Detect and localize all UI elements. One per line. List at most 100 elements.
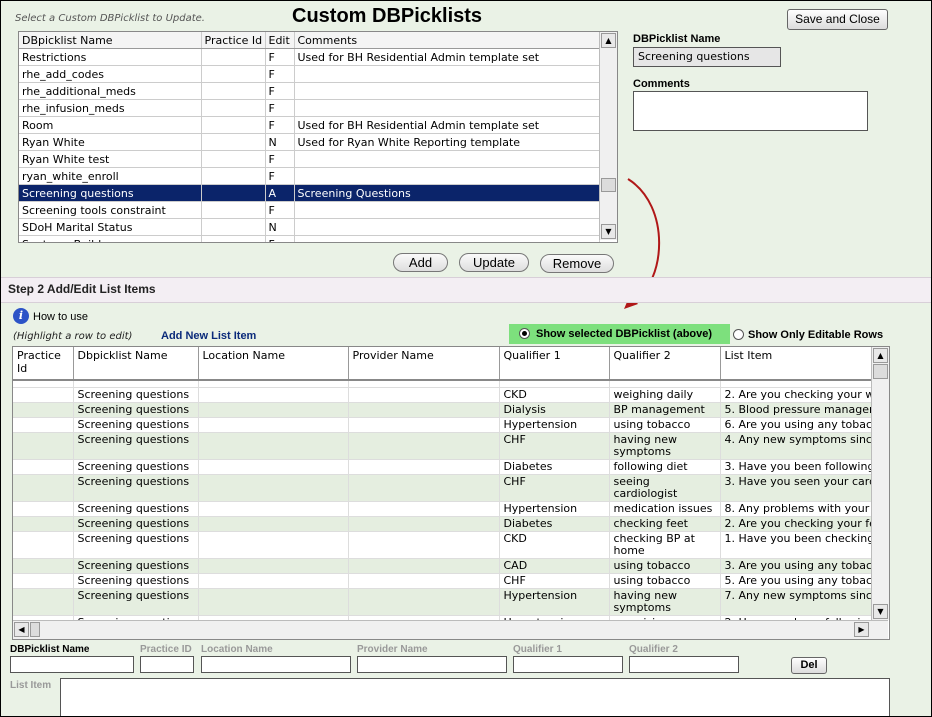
list-item-cell-practice	[13, 588, 74, 616]
picklist-cell-edit: F	[265, 235, 295, 242]
form-qualifier1-input[interactable]	[513, 656, 623, 673]
list-item-cell-q2: BP management	[609, 402, 721, 418]
highlight-row-hint: (Highlight a row to edit)	[13, 331, 133, 342]
picklist-cell-comments	[294, 65, 600, 83]
list-item-row[interactable]: Screening questions Hypertension medicatio…	[13, 501, 872, 517]
col-dbpicklist-name[interactable]: Dbpicklist Name	[73, 347, 199, 381]
list-item-row[interactable]: Screening questions Diabetes following die…	[13, 459, 872, 475]
picklist-row[interactable]: Screening questions A Screening Questions	[19, 184, 600, 202]
add-button[interactable]: Add	[393, 253, 448, 272]
list-item-row[interactable]: Screening questions Hypertension having ne…	[13, 588, 872, 616]
list-item-row[interactable]: Screening questions Hypertension using tob…	[13, 417, 872, 433]
picklist-row[interactable]: Screening tools constraint F	[19, 201, 600, 219]
form-location-name-input[interactable]	[201, 656, 351, 673]
list-item-cell-location	[198, 459, 349, 475]
picklist-table: DBpicklist Name Practice Id Edit Comment…	[19, 32, 600, 242]
list-item-row[interactable]: Screening questions CKD checking BP at hom…	[13, 531, 872, 559]
remove-button[interactable]: Remove	[540, 254, 614, 273]
picklist-row[interactable]: rhe_add_codes F	[19, 65, 600, 83]
list-item-row[interactable]: Screening questions CHF seeing cardiologis…	[13, 474, 872, 502]
picklist-rows: Restrictions F Used for BH Residential Adm…	[19, 48, 600, 242]
form-qualifier2-input[interactable]	[629, 656, 739, 673]
picklist-cell-name: rhe_infusion_meds	[19, 99, 202, 117]
list-items-header-row: Practice Id Dbpicklist Name Location Nam…	[13, 347, 872, 381]
list-item-row[interactable]: Screening questions CKD weighing daily 2. A…	[13, 387, 872, 403]
list-item-cell-location	[198, 432, 349, 460]
col-practice-id[interactable]: Practice Id	[201, 32, 266, 49]
picklist-row[interactable]: Ryan White test F	[19, 150, 600, 168]
list-item-row[interactable]: Screening questions CHF using tobacco 5. Ar…	[13, 573, 872, 589]
save-and-close-button[interactable]: Save and Close	[787, 9, 888, 30]
col-provider-name[interactable]: Provider Name	[348, 347, 500, 381]
radio-selected-icon[interactable]	[519, 328, 530, 339]
list-item-row[interactable]: Screening questions Dialysis BP management…	[13, 402, 872, 418]
col-list-item[interactable]: List Item	[720, 347, 872, 381]
dbpicklist-name-field[interactable]: Screening questions	[633, 47, 781, 67]
hscroll-thumb[interactable]	[30, 622, 40, 637]
picklist-cell-name: ryan_white_enroll	[19, 167, 202, 185]
picklist-scrollbar[interactable]: ▲ ▼	[599, 32, 617, 240]
form-provider-name-input[interactable]	[357, 656, 507, 673]
form-dbpicklist-name-input[interactable]	[10, 656, 134, 673]
page-title: Custom DBPicklists	[292, 5, 483, 27]
scroll-thumb[interactable]	[873, 364, 888, 379]
list-item-row[interactable]: Screening questions CAD using tobacco 3. Ar…	[13, 558, 872, 574]
picklist-cell-comments: Used for BH Residential Admin template s…	[294, 48, 600, 66]
list-items-hscrollbar[interactable]: ◀ ▶	[13, 620, 888, 639]
col-qualifier-2[interactable]: Qualifier 2	[609, 347, 721, 381]
list-item-row[interactable]: Screening questions Diabetes checking feet…	[13, 516, 872, 532]
picklist-row[interactable]: Room F Used for BH Residential Admin templ…	[19, 116, 600, 134]
form-provider-name-label: Provider Name	[357, 644, 428, 655]
scroll-up-icon[interactable]: ▲	[601, 33, 616, 48]
list-items-grid: Practice Id Dbpicklist Name Location Nam…	[12, 346, 890, 640]
list-item-row[interactable]: Screening questions CHF having new symptom…	[13, 432, 872, 460]
list-item-cell-q1: CAD	[499, 558, 610, 574]
scroll-up-icon[interactable]: ▲	[873, 348, 888, 363]
col-qualifier-1[interactable]: Qualifier 1	[499, 347, 610, 381]
scroll-down-icon[interactable]: ▼	[601, 224, 616, 239]
picklist-grid: DBpicklist Name Practice Id Edit Comment…	[18, 31, 618, 243]
form-list-item-textarea[interactable]	[60, 678, 890, 716]
col-edit[interactable]: Edit	[265, 32, 295, 49]
picklist-cell-practice	[201, 116, 266, 134]
picklist-row[interactable]: SDoH Marital Status N	[19, 218, 600, 236]
list-items-spacer	[13, 380, 872, 388]
form-practice-id-input[interactable]	[140, 656, 194, 673]
scroll-thumb[interactable]	[601, 178, 616, 192]
scroll-down-icon[interactable]: ▼	[873, 604, 888, 619]
show-selected-radio-group[interactable]: Show selected DBPicklist (above)	[509, 324, 730, 344]
list-item-cell-practice	[13, 417, 74, 433]
col-practice-id[interactable]: Practice Id	[13, 347, 74, 381]
scroll-right-icon[interactable]: ▶	[854, 622, 869, 637]
picklist-cell-name: Screening tools constraint	[19, 201, 202, 219]
picklist-row[interactable]: Ryan White N Used for Ryan White Reporting…	[19, 133, 600, 151]
list-item-cell-name: Screening questions	[73, 531, 199, 559]
picklist-row[interactable]: rhe_infusion_meds F	[19, 99, 600, 117]
picklist-row[interactable]: Restrictions F Used for BH Residential Adm…	[19, 48, 600, 66]
picklist-row[interactable]: rhe_additional_meds F	[19, 82, 600, 100]
list-items-vscrollbar[interactable]: ▲ ▼	[871, 347, 889, 620]
list-item-cell-q2: using tobacco	[609, 558, 721, 574]
show-editable-label[interactable]: Show Only Editable Rows	[748, 329, 883, 341]
delete-button[interactable]: Del	[791, 657, 827, 674]
list-item-cell-item: 4. Any new symptoms since your last visi…	[720, 432, 872, 460]
add-new-list-item-link[interactable]: Add New List Item	[161, 330, 256, 342]
col-location-name[interactable]: Location Name	[198, 347, 349, 381]
update-button[interactable]: Update	[459, 253, 529, 272]
list-item-cell-q1: CHF	[499, 474, 610, 502]
picklist-row[interactable]: SentenceBuilder F	[19, 235, 600, 242]
how-to-use-link[interactable]: How to use	[33, 311, 88, 323]
list-item-cell-q2: using tobacco	[609, 417, 721, 433]
picklist-row[interactable]: ryan_white_enroll F	[19, 167, 600, 185]
list-item-cell-item: 5. Blood pressure management	[720, 402, 872, 418]
list-item-cell-name: Screening questions	[73, 573, 199, 589]
info-icon[interactable]: i	[13, 308, 29, 324]
col-comments[interactable]: Comments	[294, 32, 600, 49]
list-item-cell-item: 3. Are you using any tobacco products?	[720, 558, 872, 574]
picklist-cell-comments	[294, 82, 600, 100]
picklist-cell-edit: F	[265, 82, 295, 100]
col-dbpicklist-name[interactable]: DBpicklist Name	[19, 32, 202, 49]
comments-textarea[interactable]	[633, 91, 868, 131]
scroll-left-icon[interactable]: ◀	[14, 622, 29, 637]
radio-editable-icon[interactable]	[733, 329, 744, 340]
